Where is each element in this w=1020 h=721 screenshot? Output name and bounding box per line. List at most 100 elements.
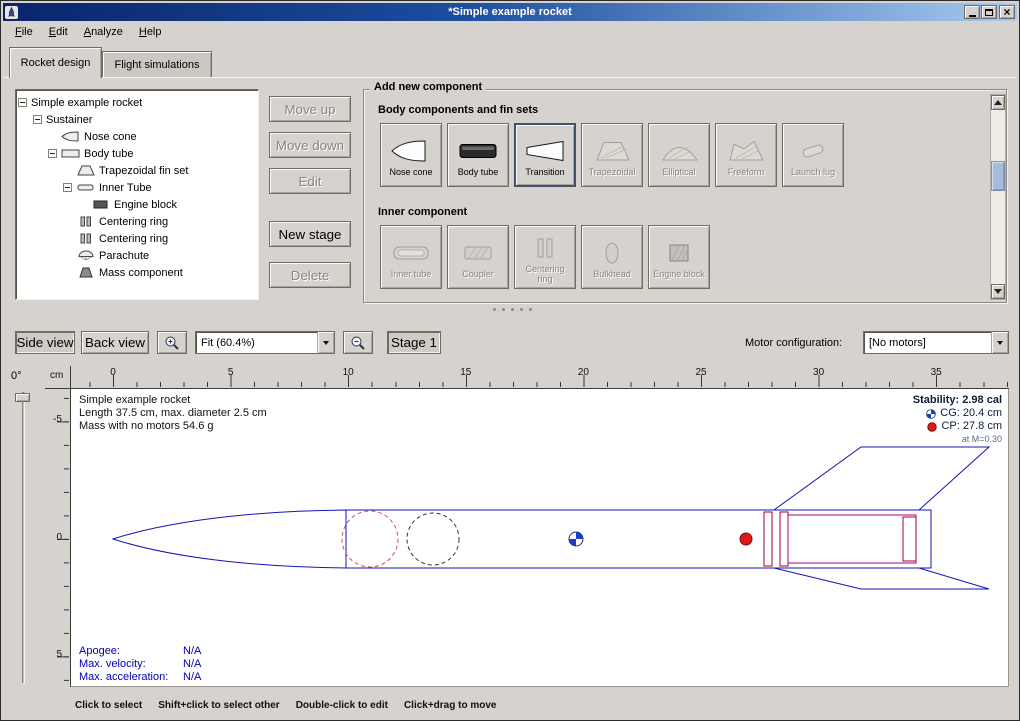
scrollbar-thumb[interactable] bbox=[991, 161, 1005, 191]
elliptical-fin-icon bbox=[657, 136, 701, 166]
add-engine-block-button[interactable]: Engine block bbox=[648, 225, 710, 289]
tree-item-body-tube[interactable]: Body tube bbox=[16, 145, 258, 162]
menu-file[interactable]: File bbox=[7, 23, 41, 41]
tree-item-mass-component[interactable]: Mass component bbox=[16, 264, 258, 281]
tab-flight-simulations[interactable]: Flight simulations bbox=[102, 51, 212, 78]
bulkhead-icon bbox=[590, 238, 634, 268]
tree-expander[interactable] bbox=[63, 183, 72, 192]
rocket-drawing bbox=[71, 389, 1009, 687]
horizontal-ruler: 0 5 10 15 20 25 30 35 bbox=[71, 366, 1009, 389]
scroll-up-button[interactable] bbox=[991, 95, 1005, 110]
max-velocity-label: Max. velocity: bbox=[79, 658, 183, 671]
motor-configuration-label: Motor configuration: bbox=[745, 337, 842, 349]
inner-tube-outline bbox=[788, 515, 916, 563]
minimize-icon bbox=[969, 15, 976, 17]
stage-1-toggle[interactable]: Stage 1 bbox=[387, 331, 441, 354]
tree-item-label: Simple example rocket bbox=[31, 97, 142, 109]
button-label: Elliptical bbox=[660, 166, 697, 177]
tree-item-engine-block[interactable]: Engine block bbox=[16, 196, 258, 213]
edit-button[interactable]: Edit bbox=[269, 168, 351, 194]
maximize-button[interactable] bbox=[981, 5, 997, 19]
zoom-out-button[interactable] bbox=[343, 331, 373, 354]
button-label: Freeform bbox=[726, 166, 767, 177]
parachute-outline bbox=[342, 511, 398, 567]
tree-item-label: Engine block bbox=[114, 199, 177, 211]
add-nose-cone-button[interactable]: Nose cone bbox=[380, 123, 442, 187]
component-tree: Simple example rocket Sustainer Nose con… bbox=[15, 89, 259, 300]
button-label: Inner tube bbox=[389, 268, 434, 279]
fin-set-icon bbox=[76, 165, 96, 176]
add-launch-lug-button[interactable]: Launch lug bbox=[782, 123, 844, 187]
tree-expander[interactable] bbox=[33, 115, 42, 124]
zoom-level-select[interactable]: Fit (60.4%) bbox=[195, 331, 335, 354]
flight-info: Apogee:N/A Max. velocity:N/A Max. accele… bbox=[79, 645, 201, 684]
add-trapezoidal-fin-button[interactable]: Trapezoidal bbox=[581, 123, 643, 187]
back-view-button[interactable]: Back view bbox=[81, 331, 149, 354]
add-bulkhead-button[interactable]: Bulkhead bbox=[581, 225, 643, 289]
add-body-tube-button[interactable]: Body tube bbox=[447, 123, 509, 187]
button-label: Bulkhead bbox=[591, 268, 633, 279]
upper-fin-outline bbox=[774, 447, 989, 510]
zoom-in-button[interactable] bbox=[157, 331, 187, 354]
tree-item-label: Body tube bbox=[84, 148, 134, 160]
arrow-down-icon bbox=[994, 289, 1002, 294]
apogee-label: Apogee: bbox=[79, 645, 183, 658]
tab-flight-simulations-label: Flight simulations bbox=[115, 59, 200, 71]
tree-item-label: Mass component bbox=[99, 267, 183, 279]
button-label: Trapezoidal bbox=[587, 166, 638, 177]
cp-marker bbox=[740, 533, 752, 545]
tree-item-fin-set[interactable]: Trapezoidal fin set bbox=[16, 162, 258, 179]
move-down-button[interactable]: Move down bbox=[269, 132, 351, 158]
add-freeform-fin-button[interactable]: Freeform bbox=[715, 123, 777, 187]
delete-button[interactable]: Delete bbox=[269, 262, 351, 288]
splitter-handle[interactable] bbox=[487, 308, 537, 311]
tree-item-centering-ring-2[interactable]: Centering ring bbox=[16, 230, 258, 247]
menu-help[interactable]: Help bbox=[131, 23, 170, 41]
minimize-button[interactable] bbox=[964, 5, 980, 19]
tree-item-sustainer[interactable]: Sustainer bbox=[16, 111, 258, 128]
titlebar[interactable]: *Simple example rocket × bbox=[3, 3, 1017, 21]
button-label: Transition bbox=[523, 166, 566, 177]
zoom-in-icon bbox=[164, 335, 180, 351]
menu-edit[interactable]: Edit bbox=[41, 23, 76, 41]
side-view-label: Side view bbox=[16, 335, 73, 350]
button-label: Body tube bbox=[456, 166, 501, 177]
rotation-slider-track[interactable] bbox=[22, 392, 25, 684]
component-panel-scrollbar[interactable] bbox=[990, 94, 1006, 300]
centering-ring-icon bbox=[76, 233, 96, 244]
tree-expander[interactable] bbox=[48, 149, 57, 158]
nose-cone-outline bbox=[113, 510, 346, 568]
tree-item-inner-tube[interactable]: Inner Tube bbox=[16, 179, 258, 196]
add-inner-tube-button[interactable]: Inner tube bbox=[380, 225, 442, 289]
tree-item-parachute[interactable]: Parachute bbox=[16, 247, 258, 264]
vertical-ruler: -5 0 5 bbox=[45, 389, 71, 687]
add-coupler-button[interactable]: Coupler bbox=[447, 225, 509, 289]
rotation-slider-handle[interactable] bbox=[15, 393, 30, 402]
new-stage-button[interactable]: New stage bbox=[269, 221, 351, 247]
add-centering-ring-button[interactable]: Centering ring bbox=[514, 225, 576, 289]
coupler-icon bbox=[456, 238, 500, 268]
motor-configuration-select[interactable]: [No motors] bbox=[863, 331, 1009, 354]
rocket-design-canvas[interactable]: Simple example rocket Length 37.5 cm, ma… bbox=[71, 389, 1009, 687]
menu-bar: File Edit Analyze Help bbox=[3, 21, 1017, 43]
lower-fin-outline bbox=[774, 568, 989, 589]
move-up-button[interactable]: Move up bbox=[269, 96, 351, 122]
tree-expander[interactable] bbox=[18, 98, 27, 107]
tree-item-centering-ring-1[interactable]: Centering ring bbox=[16, 213, 258, 230]
mach-note: at M=0.30 bbox=[913, 433, 1002, 446]
menu-analyze[interactable]: Analyze bbox=[76, 23, 131, 41]
tab-rocket-design[interactable]: Rocket design bbox=[9, 47, 102, 78]
rocket-name: Simple example rocket bbox=[79, 394, 267, 407]
side-view-button[interactable]: Side view bbox=[15, 331, 75, 354]
status-bar: Click to select Shift+click to select ot… bbox=[75, 700, 496, 711]
apogee-value: N/A bbox=[183, 645, 201, 657]
dropdown-arrow-icon bbox=[991, 332, 1008, 353]
tree-item-rocket[interactable]: Simple example rocket bbox=[16, 94, 258, 111]
scroll-down-button[interactable] bbox=[991, 284, 1005, 299]
add-transition-button[interactable]: Transition bbox=[514, 123, 576, 187]
close-button[interactable]: × bbox=[999, 5, 1015, 19]
button-label: Launch lug bbox=[789, 166, 837, 177]
centering-ring-outline bbox=[764, 512, 772, 566]
tree-item-nose-cone[interactable]: Nose cone bbox=[16, 128, 258, 145]
add-elliptical-fin-button[interactable]: Elliptical bbox=[648, 123, 710, 187]
